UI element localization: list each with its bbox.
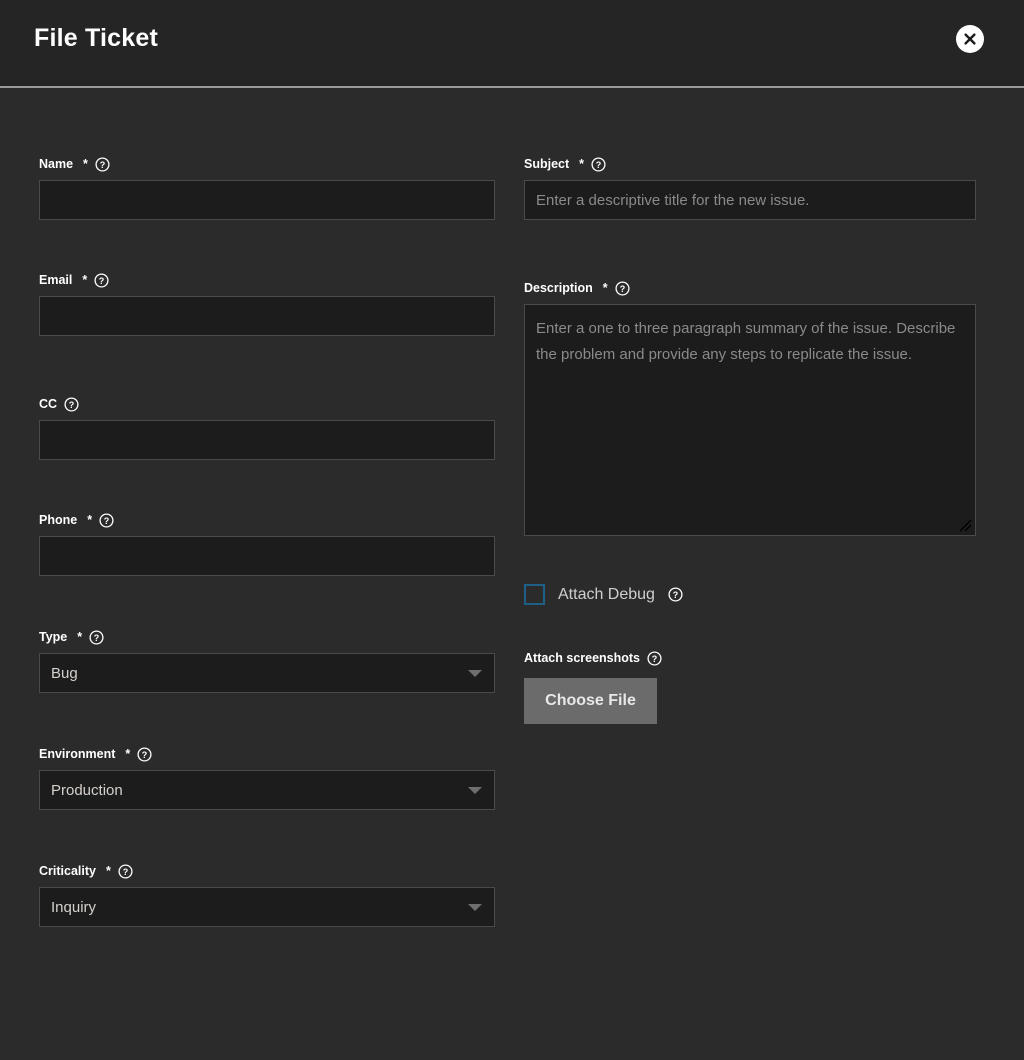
field-criticality: Criticality * ? Inquiry [39,863,495,927]
form-body: Name * ? Email * ? CC ? Phone * ? Type *… [0,88,1024,1060]
email-input[interactable] [39,296,495,336]
field-label-row: CC ? [39,396,495,412]
help-circle-icon[interactable]: ? [591,156,606,172]
field-subject: Subject * ? [524,156,976,220]
close-button[interactable] [956,25,984,53]
field-label-row: Phone * ? [39,512,495,528]
required-marker: * [77,630,83,644]
select-box[interactable]: Bug [39,653,495,693]
field-label: Subject [524,157,570,171]
select-box[interactable]: Production [39,770,495,810]
field-label: Type [39,630,68,644]
select-box[interactable]: Inquiry [39,887,495,927]
required-marker: * [602,281,608,295]
field-label-row: Criticality * ? [39,863,495,879]
svg-text:?: ? [99,276,105,286]
description-wrap [524,304,976,536]
subject-input[interactable] [524,180,976,220]
attach-debug-row: Attach Debug ? [524,584,683,605]
required-marker: * [83,157,88,171]
field-description: Description * ? [524,280,976,536]
field-label-row: Subject * ? [524,156,976,172]
help-circle-icon[interactable]: ? [647,650,662,666]
field-label: Name [39,157,74,171]
svg-text:?: ? [619,284,625,294]
svg-text:?: ? [673,590,679,600]
page-title: File Ticket [34,24,159,52]
field-name: Name * ? [39,156,495,220]
help-circle-icon[interactable]: ? [89,629,104,645]
field-label-row: Description * ? [524,280,976,296]
svg-text:?: ? [104,516,110,526]
field-email: Email * ? [39,272,495,336]
svg-text:?: ? [69,400,75,410]
svg-text:?: ? [94,633,100,643]
name-input[interactable] [39,180,495,220]
field-label: Attach screenshots [524,651,641,665]
select-value: Inquiry [51,898,97,916]
field-label: Email [39,273,73,287]
phone-input[interactable] [39,536,495,576]
svg-text:?: ? [100,160,106,170]
field-label: Environment [39,747,116,761]
help-circle-icon[interactable]: ? [95,156,110,172]
required-marker: * [82,273,88,287]
field-label: Description [524,281,593,295]
help-circle-icon[interactable]: ? [99,512,114,528]
svg-text:?: ? [596,160,602,170]
field-label-row: Type * ? [39,629,495,645]
field-cc: CC ? [39,396,495,460]
svg-text:?: ? [652,654,658,664]
field-label-row: Attach screenshots ? [524,650,976,666]
required-marker: * [87,513,93,527]
field-label-row: Environment * ? [39,746,495,762]
help-circle-icon[interactable]: ? [94,272,109,288]
required-marker: * [105,864,111,878]
help-circle-icon[interactable]: ? [137,746,152,762]
environment-select[interactable]: Production [39,770,495,810]
type-select[interactable]: Bug [39,653,495,693]
field-type: Type * ? Bug [39,629,495,693]
help-circle-icon[interactable]: ? [118,863,133,879]
required-marker: * [125,747,131,761]
help-circle-icon[interactable]: ? [64,396,79,412]
attach-debug-checkbox[interactable] [524,584,545,605]
field-attach-screenshots: Attach screenshots ? Choose File [524,650,976,724]
help-circle-icon[interactable]: ? [668,587,683,602]
choose-file-button[interactable]: Choose File [524,678,657,724]
help-circle-icon[interactable]: ? [615,280,630,296]
field-label-row: Name * ? [39,156,495,172]
field-environment: Environment * ? Production [39,746,495,810]
field-label-row: Email * ? [39,272,495,288]
dialog-header: File Ticket [0,0,1024,88]
attach-debug-label: Attach Debug [558,585,655,603]
required-marker: * [579,157,585,171]
select-value: Production [51,781,123,799]
cc-input[interactable] [39,420,495,460]
svg-text:?: ? [142,750,148,760]
field-label: Criticality [39,864,96,878]
field-label: CC [39,397,58,411]
svg-text:?: ? [123,867,129,877]
description-textarea[interactable] [524,304,976,536]
select-value: Bug [51,664,78,682]
criticality-select[interactable]: Inquiry [39,887,495,927]
close-icon [962,31,978,47]
field-label: Phone [39,513,78,527]
field-phone: Phone * ? [39,512,495,576]
